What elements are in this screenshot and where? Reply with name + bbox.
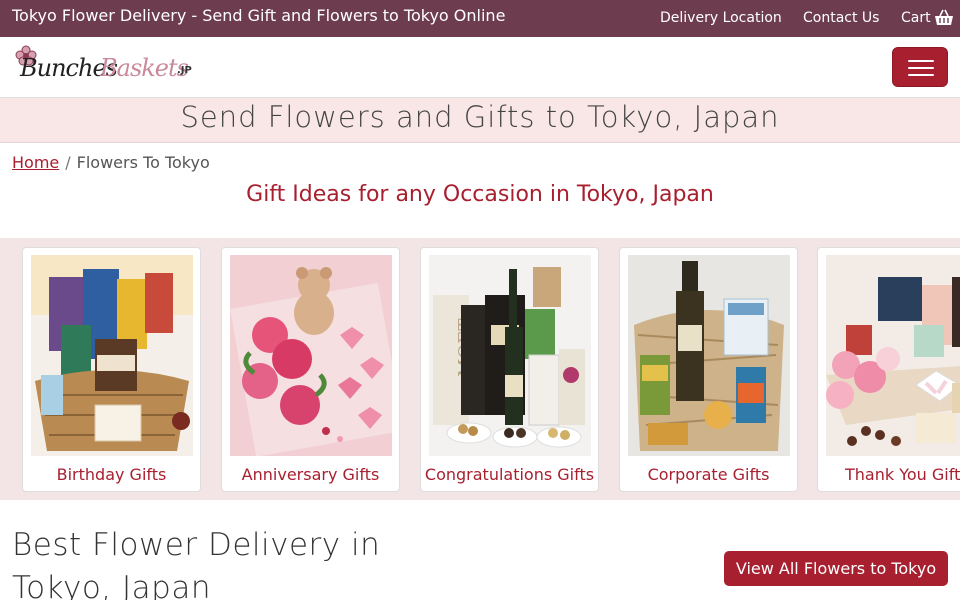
nav-contact-us-link[interactable]: Contact Us <box>803 10 879 26</box>
nav-cart-link[interactable]: Cart <box>901 10 931 26</box>
header: Bunches Baskets .JP <box>0 37 960 98</box>
occasion-card-congratulations[interactable]: MOET Congratulations Gifts <box>420 247 599 492</box>
card-label[interactable]: Thank You Gift <box>818 465 960 484</box>
basket-icon[interactable] <box>934 9 954 27</box>
corporate-gift-image[interactable] <box>628 255 790 456</box>
anniversary-gift-image[interactable] <box>230 255 392 456</box>
page-banner: Send Flowers and Gifts to Tokyo, Japan <box>0 98 960 143</box>
view-all-flowers-button[interactable]: View All Flowers to Tokyo <box>724 551 948 586</box>
occasion-carousel: Birthday Gifts Anniversary Gifts Congrat… <box>0 238 960 500</box>
site-logo[interactable]: Bunches Baskets .JP <box>14 44 204 92</box>
breadcrumb-separator: / <box>65 153 71 172</box>
logo-text-baskets: Baskets <box>100 54 189 82</box>
thank-you-gift-image[interactable] <box>826 255 960 456</box>
breadcrumb-home-link[interactable]: Home <box>12 153 59 172</box>
congratulations-gift-image[interactable]: MOET <box>429 255 591 456</box>
occasion-card-corporate[interactable]: Corporate Gifts <box>619 247 798 492</box>
card-label[interactable]: Birthday Gifts <box>23 465 200 484</box>
occasion-card-thank-you[interactable]: Thank You Gift <box>817 247 960 492</box>
nav-delivery-location-link[interactable]: Delivery Location <box>660 10 782 26</box>
breadcrumb-current: Flowers To Tokyo <box>76 153 210 172</box>
site-title: Tokyo Flower Delivery - Send Gift and Fl… <box>12 6 506 25</box>
breadcrumb: Home / Flowers To Tokyo <box>12 153 210 172</box>
page-title: Send Flowers and Gifts to Tokyo, Japan <box>180 100 780 134</box>
top-bar: Tokyo Flower Delivery - Send Gift and Fl… <box>0 0 960 37</box>
best-delivery-heading: Best Flower Delivery in Tokyo, Japan <box>12 527 381 600</box>
logo-text-tld: .JP <box>177 65 192 76</box>
occasion-card-birthday[interactable]: Birthday Gifts <box>22 247 201 492</box>
birthday-gift-image[interactable] <box>31 255 193 456</box>
occasion-heading: Gift Ideas for any Occasion in Tokyo, Ja… <box>246 182 714 207</box>
menu-toggle-button[interactable] <box>892 47 948 87</box>
occasion-card-anniversary[interactable]: Anniversary Gifts <box>221 247 400 492</box>
card-label[interactable]: Corporate Gifts <box>620 465 797 484</box>
card-label[interactable]: Anniversary Gifts <box>222 465 399 484</box>
card-label[interactable]: Congratulations Gifts <box>421 465 598 484</box>
